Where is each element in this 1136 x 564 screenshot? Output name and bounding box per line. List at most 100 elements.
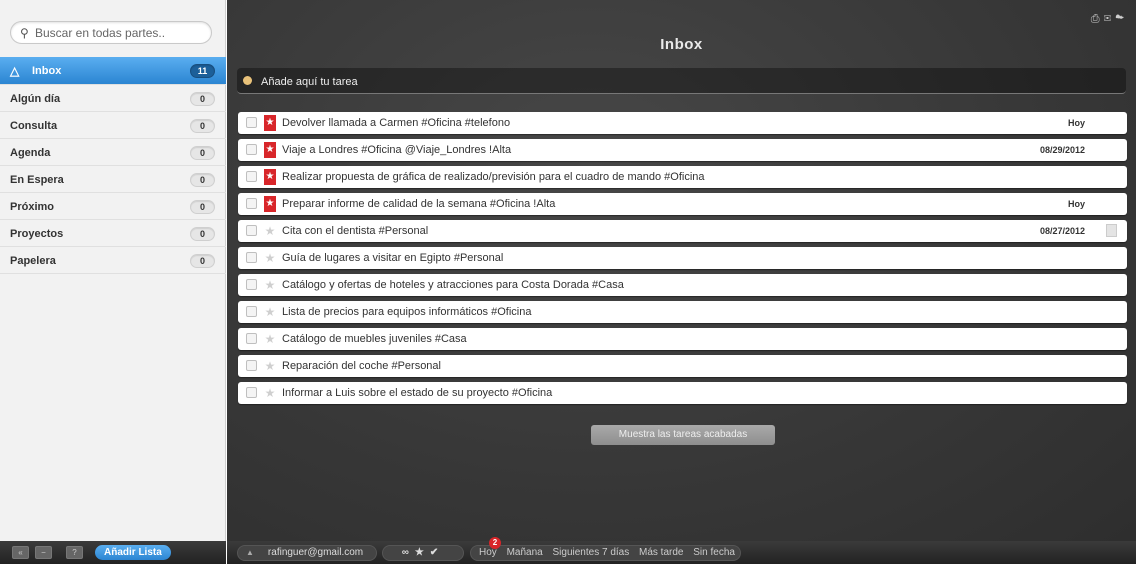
task-text[interactable]: Lista de precios para equipos informátic… — [282, 306, 531, 318]
add-task-field[interactable]: Añade aquí tu tarea — [237, 68, 1126, 94]
sidebar-item-agenda[interactable]: Agenda 0 — [0, 139, 226, 166]
sidebar-item-label: Agenda — [10, 147, 51, 159]
minus-icon[interactable]: − — [35, 546, 52, 559]
filter-manana[interactable]: Mañana — [507, 547, 543, 558]
sidebar-item-label: Algún día — [10, 93, 61, 105]
task-due-date: 08/29/2012 — [1039, 145, 1085, 155]
user-email: rafinguer@gmail.com — [267, 547, 364, 558]
sidebar-item-label: Proyectos — [10, 228, 64, 240]
star-icon[interactable]: ★ — [264, 331, 276, 347]
sidebar-item-papelera[interactable]: Papelera 0 — [0, 247, 226, 274]
task-row[interactable]: ★ Devolver llamada a Carmen #Oficina #tel… — [238, 112, 1127, 134]
bottom-bar: ▲ rafinguer@gmail.com ∞★✔ Hoy Mañana Sigu… — [227, 537, 1136, 564]
task-row[interactable]: ★ Catálogo y ofertas de hoteles y atracci… — [238, 274, 1127, 296]
star-icon[interactable]: ★ — [264, 142, 276, 158]
task-row[interactable]: ★ Cita con el dentista #Personal 08/27/201… — [238, 220, 1127, 242]
sidebar-item-proximo[interactable]: Próximo 0 — [0, 193, 226, 220]
task-checkbox[interactable] — [246, 144, 257, 155]
task-row[interactable]: ★ Catálogo de muebles juveniles #Casa — [238, 328, 1127, 350]
add-list-button[interactable]: Añadir Lista — [95, 545, 171, 560]
count-badge: 0 — [190, 254, 215, 268]
task-checkbox[interactable] — [246, 198, 257, 209]
task-due-date: Hoy — [1067, 118, 1085, 128]
note-icon[interactable] — [1106, 224, 1117, 237]
top-toolbar: ⎙✉☁ — [1091, 13, 1128, 26]
sidebar-item-proyectos[interactable]: Proyectos 0 — [0, 220, 226, 247]
star-icon[interactable]: ★ — [264, 304, 276, 320]
count-badge: 0 — [190, 227, 215, 241]
task-row[interactable]: ★ Informar a Luis sobre el estado de su p… — [238, 382, 1127, 404]
task-checkbox[interactable] — [246, 387, 257, 398]
task-checkbox[interactable] — [246, 333, 257, 344]
help-button[interactable]: ? — [66, 546, 83, 559]
sidebar-item-label: En Espera — [10, 174, 64, 186]
task-text[interactable]: Reparación del coche #Personal — [282, 360, 441, 372]
task-text[interactable]: Catálogo de muebles juveniles #Casa — [282, 333, 467, 345]
star-icon[interactable]: ★ — [264, 169, 276, 185]
cloud-icon[interactable]: ☁ — [1115, 13, 1128, 25]
task-checkbox[interactable] — [246, 225, 257, 236]
task-checkbox[interactable] — [246, 360, 257, 371]
sidebar: ⚲ △ Inbox 11 Algún día 0 Consulta 0 Agen… — [0, 0, 226, 541]
check-icon[interactable]: ✔ — [430, 547, 444, 558]
star-icon[interactable]: ★ — [264, 277, 276, 293]
star-icon[interactable]: ★ — [264, 196, 276, 212]
show-completed-button[interactable]: Muestra las tareas acabadas — [591, 425, 775, 445]
task-row[interactable]: ★ Lista de precios para equipos informáti… — [238, 301, 1127, 323]
task-row[interactable]: ★ Preparar informe de calidad de la seman… — [238, 193, 1127, 215]
sidebar-item-consulta[interactable]: Consulta 0 — [0, 112, 226, 139]
sidebar-item-label: Papelera — [10, 255, 56, 267]
filter-siguientes-7-dias[interactable]: Siguientes 7 días — [553, 547, 630, 558]
search-input[interactable] — [35, 25, 205, 41]
task-text[interactable]: Cita con el dentista #Personal — [282, 225, 428, 237]
caret-up-icon: ▲ — [246, 548, 254, 557]
task-checkbox[interactable] — [246, 279, 257, 290]
filter-icons: ∞★✔ — [382, 545, 464, 561]
list-nav: △ Inbox 11 Algún día 0 Consulta 0 Agenda… — [0, 57, 226, 274]
user-menu[interactable]: ▲ rafinguer@gmail.com — [237, 545, 377, 561]
star-icon[interactable]: ★ — [264, 223, 276, 239]
inbox-icon: △ — [10, 64, 20, 78]
count-badge: 0 — [190, 119, 215, 133]
infinity-icon[interactable]: ∞ — [402, 547, 415, 558]
task-row[interactable]: ★ Guía de lugares a visitar en Egipto #Pe… — [238, 247, 1127, 269]
sidebar-item-inbox[interactable]: △ Inbox 11 — [0, 57, 226, 85]
star-icon[interactable]: ★ — [264, 115, 276, 131]
task-row[interactable]: ★ Viaje a Londres #Oficina @Viaje_Londres… — [238, 139, 1127, 161]
task-text[interactable]: Viaje a Londres #Oficina @Viaje_Londres … — [282, 144, 511, 156]
main-panel: ⎙✉☁ Inbox Añade aquí tu tarea ★ Devolver … — [227, 0, 1136, 541]
task-due-date: 08/27/2012 — [1039, 226, 1085, 236]
count-badge: 11 — [190, 64, 215, 78]
print-icon[interactable]: ⎙ — [1091, 13, 1104, 25]
task-row[interactable]: ★ Realizar propuesta de gráfica de realiz… — [238, 166, 1127, 188]
mail-icon[interactable]: ✉ — [1104, 13, 1116, 25]
filter-sin-fecha[interactable]: Sin fecha — [693, 547, 735, 558]
task-row[interactable]: ★ Reparación del coche #Personal — [238, 355, 1127, 377]
task-text[interactable]: Catálogo y ofertas de hoteles y atraccio… — [282, 279, 624, 291]
task-text[interactable]: Preparar informe de calidad de la semana… — [282, 198, 555, 210]
search-box[interactable]: ⚲ — [10, 21, 212, 44]
sidebar-footer: « − ? Añadir Lista — [0, 541, 226, 564]
task-text[interactable]: Devolver llamada a Carmen #Oficina #tele… — [282, 117, 510, 129]
add-task-placeholder: Añade aquí tu tarea — [261, 76, 358, 88]
star-icon[interactable]: ★ — [264, 385, 276, 401]
star-icon[interactable]: ★ — [415, 547, 430, 558]
task-checkbox[interactable] — [246, 117, 257, 128]
filter-mas-tarde[interactable]: Más tarde — [639, 547, 683, 558]
task-text[interactable]: Informar a Luis sobre el estado de su pr… — [282, 387, 552, 399]
star-icon[interactable]: ★ — [264, 250, 276, 266]
task-checkbox[interactable] — [246, 306, 257, 317]
task-text[interactable]: Realizar propuesta de gráfica de realiza… — [282, 171, 705, 183]
star-icon[interactable]: ★ — [264, 358, 276, 374]
count-badge: 0 — [190, 92, 215, 106]
count-badge: 0 — [190, 200, 215, 214]
page-title: Inbox — [660, 36, 703, 53]
task-checkbox[interactable] — [246, 252, 257, 263]
collapse-icon[interactable]: « — [12, 546, 29, 559]
sidebar-item-algun-dia[interactable]: Algún día 0 — [0, 85, 226, 112]
date-filters: Hoy Mañana Siguientes 7 días Más tarde S… — [470, 545, 741, 561]
task-text[interactable]: Guía de lugares a visitar en Egipto #Per… — [282, 252, 503, 264]
sidebar-item-label: Próximo — [10, 201, 55, 213]
task-checkbox[interactable] — [246, 171, 257, 182]
sidebar-item-en-espera[interactable]: En Espera 0 — [0, 166, 226, 193]
